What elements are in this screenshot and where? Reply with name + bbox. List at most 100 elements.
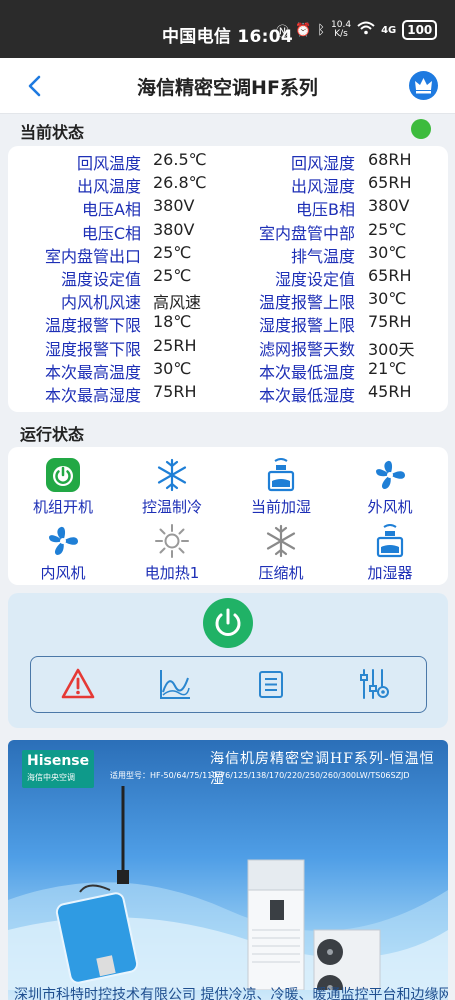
- status-label: 排气温度: [290, 246, 355, 266]
- op-label: 当前加湿: [250, 498, 311, 516]
- logo-brand: Hisense: [27, 753, 90, 769]
- status-value: 25RH: [153, 335, 197, 355]
- status-row: 室内盘管出口 25℃ 排气温度 30℃: [8, 243, 448, 266]
- status-value: 68RH: [368, 150, 412, 169]
- operating-status-card: 机组开机 控温制冷 当前加湿 外风机 内风机 电加热1 压缩机 加湿器: [8, 447, 448, 585]
- op-label: 机组开机: [32, 498, 93, 516]
- op-label: 电加热1: [144, 564, 200, 582]
- status-value: 75RH: [153, 382, 197, 401]
- compressor-icon: [266, 524, 296, 558]
- status-label: 室内盘管出口: [44, 246, 141, 266]
- settings-sliders-icon[interactable]: [356, 666, 392, 702]
- status-value: 380V: [368, 196, 410, 216]
- status-value: 25℃: [368, 219, 407, 239]
- operating-status-title: 运行状态: [20, 425, 85, 444]
- op-item-electric-heat: 电加热1: [118, 523, 226, 583]
- op-label: 加湿器: [367, 564, 413, 582]
- op-item-humidifier: 加湿器: [336, 523, 444, 583]
- current-status-title: 当前状态: [20, 123, 85, 142]
- op-label: 控温制冷: [141, 498, 202, 516]
- current-status-card: 回风温度 26.5℃ 回风湿度 68RH 出风温度 26.8℃ 出风湿度 65RH 电压A相 38…: [8, 146, 448, 412]
- status-label: 湿度报警上限: [258, 316, 355, 336]
- power-icon: [215, 608, 241, 636]
- status-value: 30℃: [153, 358, 192, 378]
- net-speed-unit: K/s: [334, 29, 348, 39]
- bluetooth-icon: ᛒ: [317, 22, 326, 38]
- op-label: 内风机: [40, 564, 86, 582]
- status-label: 本次最低温度: [258, 362, 355, 382]
- fan-icon: [49, 526, 78, 555]
- snowflake-icon: [157, 458, 187, 492]
- status-label: 回风温度: [76, 154, 141, 173]
- op-item-unit-on: 机组开机: [9, 457, 117, 517]
- status-label: 滤网报警天数: [258, 339, 355, 359]
- status-label: 内风机风速: [60, 293, 141, 313]
- alarm-clock-icon: ⏰: [295, 22, 312, 38]
- op-label: 外风机: [367, 498, 413, 516]
- status-row: 出风温度 26.8℃ 出风湿度 65RH: [8, 173, 448, 196]
- online-status-indicator: [411, 119, 431, 139]
- page-title: 海信精密空调HF系列: [137, 77, 318, 99]
- net-speed: 10.4 K/s: [331, 21, 351, 39]
- alarm-icon[interactable]: [60, 666, 96, 702]
- status-value: 65RH: [368, 266, 412, 285]
- wifi-icon: [357, 21, 375, 39]
- status-label: 温度报警下限: [44, 316, 141, 336]
- status-label: 本次最低湿度: [258, 386, 355, 405]
- status-row: 温度报警下限 18℃ 湿度报警上限 75RH: [8, 312, 448, 335]
- humidifier-icon: [267, 458, 295, 492]
- op-item-outdoor-fan: 外风机: [336, 457, 444, 517]
- status-value: 380V: [153, 196, 195, 216]
- status-row: 回风温度 26.5℃ 回风湿度 68RH: [8, 150, 448, 173]
- humidifier-icon: [376, 524, 404, 558]
- banner-illustration: [8, 786, 448, 990]
- status-value: 26.5℃: [153, 150, 207, 169]
- crown-icon[interactable]: [409, 71, 438, 100]
- status-value: 380V: [153, 219, 195, 239]
- status-row: 本次最高温度 30℃ 本次最低温度 21℃: [8, 359, 448, 382]
- status-row: 温度设定值 25℃ 湿度设定值 65RH: [8, 266, 448, 289]
- status-value: 26.8℃: [153, 173, 207, 193]
- status-label: 湿度报警下限: [44, 339, 141, 359]
- nfc-icon: Ⓝ: [276, 24, 290, 40]
- status-value: 25℃: [153, 266, 192, 285]
- status-row: 湿度报警下限 25RH 滤网报警天数 300天: [8, 336, 448, 359]
- status-label: 电压C相: [81, 223, 141, 243]
- status-label: 回风湿度: [290, 154, 355, 173]
- status-row: 内风机风速 高风速 温度报警上限 30℃: [8, 289, 448, 312]
- system-status-bar: 中国电信 16:04 Ⓝ ⏰ ᛒ 10.4 K/s 4G 100: [0, 0, 455, 58]
- op-label: 压缩机: [258, 564, 304, 582]
- status-label: 出风湿度: [290, 177, 355, 197]
- status-value: 21℃: [368, 358, 407, 378]
- power-button[interactable]: [203, 598, 253, 648]
- list-icon[interactable]: [253, 666, 289, 702]
- op-item-temp-cooling: 控温制冷: [118, 457, 226, 517]
- status-row: 本次最高湿度 75RH 本次最低湿度 45RH: [8, 382, 448, 405]
- status-label: 本次最高温度: [44, 362, 141, 382]
- status-row: 电压C相 380V 室内盘管中部 25℃: [8, 220, 448, 243]
- status-label: 电压A相: [82, 200, 141, 220]
- trend-chart-icon[interactable]: [157, 666, 193, 702]
- status-label: 出风温度: [76, 177, 141, 197]
- status-value: 30℃: [368, 242, 407, 262]
- status-label: 本次最高湿度: [44, 386, 141, 405]
- status-label: 湿度设定值: [274, 270, 355, 289]
- status-value: 45RH: [368, 382, 412, 401]
- app-header: 海信精密空调HF系列: [0, 58, 455, 114]
- status-icons: Ⓝ ⏰ ᛒ 10.4 K/s 4G 100: [276, 20, 438, 40]
- status-value: 18℃: [153, 312, 192, 332]
- status-value: 65RH: [368, 173, 412, 193]
- status-value: 75RH: [368, 312, 412, 332]
- op-item-compressor: 压缩机: [227, 523, 335, 583]
- status-row: 电压A相 380V 电压B相 380V: [8, 196, 448, 219]
- status-value: 高风速: [153, 293, 202, 313]
- status-value: 25℃: [153, 242, 192, 262]
- fan-icon: [376, 460, 405, 489]
- status-value: 30℃: [368, 289, 407, 309]
- signal-icon: 4G: [381, 24, 397, 36]
- status-label: 室内盘管中部: [258, 223, 355, 243]
- power-on-icon: [46, 458, 80, 492]
- status-label: 温度设定值: [60, 270, 141, 289]
- product-banner[interactable]: Hisense 海信中央空调 海信机房精密空调HF系列-恒温恒湿 适用型号：HF…: [8, 740, 448, 1000]
- status-label: 温度报警上限: [258, 293, 355, 313]
